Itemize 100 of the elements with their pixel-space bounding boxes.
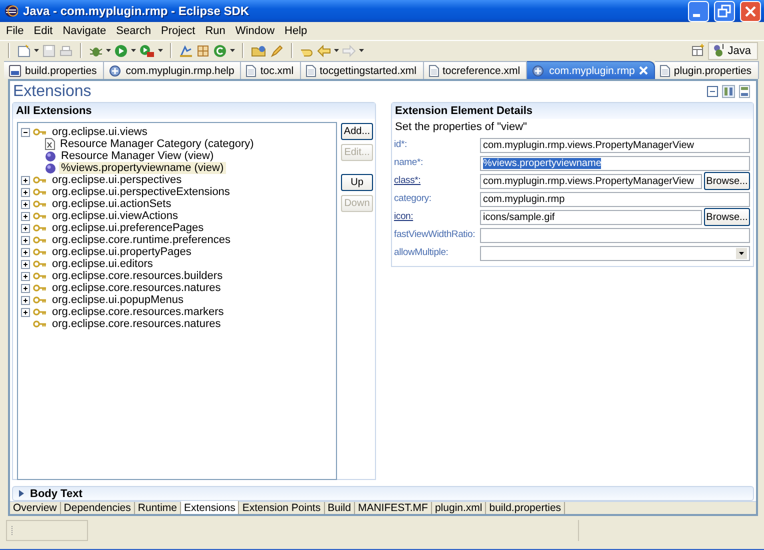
editor-tab[interactable]: toc.xml — [241, 61, 301, 79]
caret-icon[interactable] — [158, 49, 163, 52]
external-tools-icon[interactable] — [139, 44, 155, 58]
browse-button[interactable]: Browse... — [704, 208, 750, 226]
page-tab[interactable]: Extension Points — [239, 502, 325, 514]
menu-item[interactable]: File — [1, 25, 29, 37]
caret-icon[interactable] — [359, 49, 364, 52]
caret-icon[interactable] — [230, 49, 235, 52]
tree-item[interactable]: org.eclipse.ui.popupMenus — [50, 294, 186, 306]
menu-item[interactable]: Help — [280, 25, 312, 37]
page-tab[interactable]: Build — [324, 502, 355, 514]
key-icon — [33, 128, 47, 136]
expand-icon[interactable] — [21, 188, 30, 197]
key-icon — [33, 284, 47, 292]
editor-tab[interactable]: plugin.properties — [654, 61, 759, 79]
key-icon — [33, 248, 47, 256]
horizontal-layout-icon[interactable] — [722, 85, 735, 98]
field-link[interactable]: icon: — [394, 211, 480, 224]
grip-icon[interactable] — [11, 524, 14, 536]
collapse-all-icon[interactable] — [707, 86, 718, 98]
tree-item[interactable]: org.eclipse.ui.views — [50, 126, 150, 138]
close-button[interactable] — [740, 0, 761, 22]
page-tab[interactable]: MANIFEST.MF — [354, 502, 432, 514]
expand-icon[interactable] — [21, 176, 30, 185]
text-field[interactable]: com.myplugin.rmp.views.PropertyManagerView — [480, 138, 750, 153]
tree-item[interactable]: Resource Manager Category (category) — [58, 138, 256, 150]
collapse-icon[interactable] — [21, 128, 30, 137]
tree-item[interactable]: org.eclipse.core.resources.markers — [50, 306, 226, 318]
caret-icon[interactable] — [34, 49, 39, 52]
editor-tab[interactable]: com.myplugin.rmp — [527, 61, 655, 79]
caret-icon[interactable] — [131, 49, 136, 52]
text-field[interactable] — [480, 228, 750, 243]
tree-item[interactable]: %views.propertyviewname (view) — [59, 162, 226, 174]
expand-icon[interactable] — [21, 212, 30, 221]
expand-icon[interactable] — [21, 272, 30, 281]
window-title: Java - com.myplugin.rmp - Eclipse SDK — [23, 4, 250, 18]
editor-tab[interactable]: tocreference.xml — [424, 61, 528, 79]
expand-arrow-icon[interactable] — [18, 490, 25, 498]
expand-icon[interactable] — [21, 224, 30, 233]
expand-icon[interactable] — [21, 248, 30, 257]
page-tab[interactable]: Overview — [10, 502, 61, 514]
page-tab[interactable]: Extensions — [181, 501, 240, 514]
pen-icon[interactable] — [270, 44, 284, 58]
tree-item[interactable]: org.eclipse.ui.preferencePages — [50, 222, 206, 234]
menu-item[interactable]: Window — [230, 25, 280, 37]
tree-item[interactable]: org.eclipse.core.resources.builders — [50, 270, 225, 282]
caret-icon[interactable] — [106, 49, 111, 52]
menu-item[interactable]: Project — [156, 25, 200, 37]
perspective-button[interactable]: Java — [708, 42, 758, 60]
page-tab[interactable]: build.properties — [486, 502, 566, 514]
text-field[interactable]: %views.propertyviewname — [480, 156, 750, 171]
tree-item[interactable]: org.eclipse.core.resources.natures — [50, 318, 223, 330]
collapsible-section[interactable]: Body Text — [12, 486, 754, 501]
expand-icon[interactable] — [21, 200, 30, 209]
menu-item[interactable]: Run — [200, 25, 230, 37]
editor-tab[interactable]: com.myplugin.rmp.help — [104, 61, 242, 79]
field-link[interactable]: class*: — [394, 175, 480, 188]
text-field[interactable]: icons/sample.gif — [480, 210, 702, 225]
side-button[interactable]: Add... — [341, 123, 373, 140]
menu-item[interactable]: Navigate — [58, 25, 112, 37]
restore-button[interactable] — [714, 0, 735, 22]
tree-item[interactable]: org.eclipse.ui.perspectives — [50, 174, 184, 186]
text-field[interactable]: com.myplugin.rmp — [480, 192, 750, 207]
editor-tab[interactable]: build.properties — [4, 61, 104, 79]
page-tab[interactable]: Dependencies — [60, 502, 135, 514]
browse-button[interactable]: Browse... — [704, 172, 750, 190]
run-icon[interactable] — [114, 44, 128, 58]
tree-item[interactable]: org.eclipse.ui.perspectiveExtensions — [50, 186, 232, 198]
vertical-layout-icon[interactable] — [739, 85, 750, 98]
minimize-button[interactable] — [688, 0, 709, 22]
expand-icon[interactable] — [21, 260, 30, 269]
tree-item[interactable]: org.eclipse.ui.editors — [50, 258, 155, 270]
expand-icon[interactable] — [21, 284, 30, 293]
section-title: Extension Element Details — [392, 103, 753, 120]
folder-icon[interactable] — [251, 44, 267, 58]
page-tab[interactable]: plugin.xml — [432, 502, 486, 514]
menu-item[interactable]: Edit — [28, 25, 58, 37]
side-button[interactable]: Up — [341, 174, 373, 192]
caret-icon[interactable] — [334, 49, 339, 52]
key-icon — [33, 236, 47, 244]
key-icon — [33, 272, 47, 280]
tree-item[interactable]: org.eclipse.core.runtime.preferences — [50, 234, 233, 246]
menu-item[interactable]: Search — [111, 25, 156, 37]
key-icon — [33, 224, 47, 232]
editor-tab[interactable]: tocgettingstarted.xml — [300, 61, 424, 79]
expand-icon[interactable] — [21, 296, 30, 305]
ball-icon — [45, 162, 56, 174]
refresh-icon[interactable] — [213, 44, 227, 58]
expand-icon[interactable] — [21, 236, 30, 245]
tree-item[interactable]: org.eclipse.ui.propertyPages — [50, 246, 194, 258]
plug-icon — [532, 64, 546, 76]
tree-item[interactable]: org.eclipse.core.resources.natures — [50, 282, 223, 294]
tree-item[interactable]: org.eclipse.ui.viewActions — [50, 210, 180, 222]
tree-item[interactable]: Resource Manager View (view) — [59, 150, 216, 162]
expand-icon[interactable] — [21, 308, 30, 317]
tree-item[interactable]: org.eclipse.ui.actionSets — [50, 198, 174, 210]
text-field[interactable]: com.myplugin.rmp.views.PropertyManagerView — [480, 174, 702, 189]
key-icon — [33, 320, 47, 328]
close-icon[interactable] — [638, 66, 648, 75]
open-perspective-icon[interactable] — [690, 44, 705, 58]
